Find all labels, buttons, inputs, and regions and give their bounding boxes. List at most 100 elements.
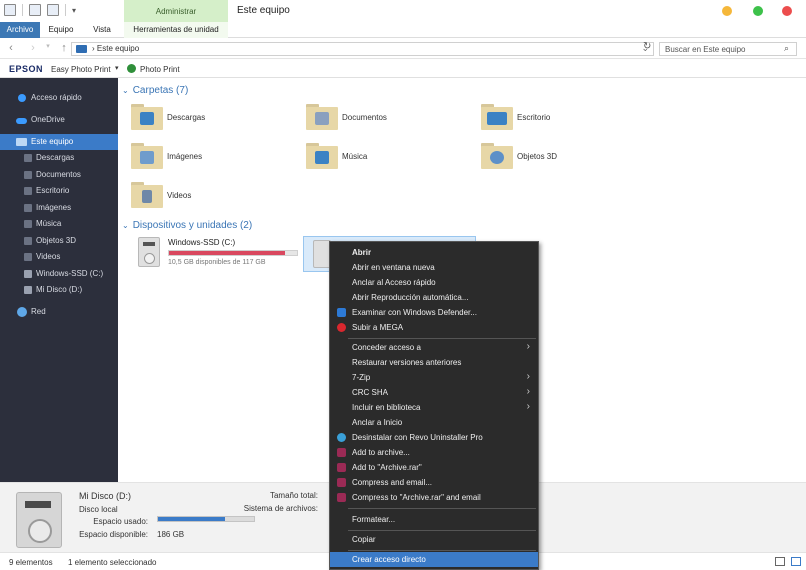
breadcrumb[interactable]: › Este equipo: [92, 44, 139, 53]
menu-item-windows-defender[interactable]: Examinar con Windows Defender...: [330, 305, 538, 320]
window-title: Este equipo: [237, 5, 290, 16]
folder-musica[interactable]: Música: [306, 143, 456, 173]
sidebar-item-windows-ssd[interactable]: Windows-SSD (C:): [0, 266, 118, 282]
tab-archivo[interactable]: Archivo: [0, 22, 40, 38]
menu-item-conceder-acceso[interactable]: Conceder acceso a ›: [330, 340, 538, 355]
menu-item-add-to-archive[interactable]: Add to archive...: [330, 445, 538, 460]
folder-documentos[interactable]: Documentos: [306, 104, 456, 134]
details-fs-label: Sistema de archivos:: [243, 504, 318, 513]
menu-item-anclar-acceso-rapido[interactable]: Anclar al Acceso rápido: [330, 275, 538, 290]
sidebar-item-escritorio[interactable]: Escritorio: [0, 183, 118, 199]
defender-shield-icon: [337, 308, 346, 317]
folder-icon: [481, 104, 513, 130]
address-field[interactable]: › Este equipo ⌄: [71, 42, 654, 56]
menu-item-incluir-biblioteca[interactable]: Incluir en biblioteca ›: [330, 400, 538, 415]
folder-objetos-3d[interactable]: Objetos 3D: [481, 143, 631, 173]
details-view-icon[interactable]: [775, 557, 785, 566]
menu-item-abrir-ventana-nueva[interactable]: Abrir en ventana nueva: [330, 260, 538, 275]
sidebar-item-descargas[interactable]: Descargas: [0, 150, 118, 166]
breadcrumb-este-equipo[interactable]: Este equipo: [97, 44, 139, 53]
easy-photo-print-button[interactable]: Easy Photo Print: [51, 65, 111, 74]
menu-item-label: Incluir en biblioteca: [352, 403, 421, 412]
menu-item-crc-sha[interactable]: CRC SHA ›: [330, 385, 538, 400]
menu-item-copiar[interactable]: Copiar: [330, 532, 538, 547]
sidebar-item-acceso-rapido[interactable]: Acceso rápido: [0, 90, 118, 106]
photo-print-button[interactable]: Photo Print: [140, 65, 180, 74]
details-free-label: Espacio disponible:: [79, 530, 148, 539]
sidebar-item-imagenes[interactable]: Imágenes: [0, 200, 118, 216]
sidebar-item-label: Documentos: [36, 170, 81, 179]
folder-escritorio[interactable]: Escritorio: [481, 104, 631, 134]
group-header-folders[interactable]: ⌄ Carpetas (7): [122, 85, 188, 96]
menu-item-restaurar-versiones[interactable]: Restaurar versiones anteriores: [330, 355, 538, 370]
menu-item-label: Anclar a Inicio: [352, 418, 403, 427]
menu-item-label: CRC SHA: [352, 388, 389, 397]
sidebar-item-este-equipo[interactable]: Este equipo: [0, 134, 118, 150]
menu-item-crear-acceso-directo[interactable]: Crear acceso directo: [330, 552, 538, 567]
menu-item-subir-mega[interactable]: Subir a MEGA: [330, 320, 538, 335]
refresh-icon[interactable]: ↻: [643, 41, 651, 52]
sidebar-item-objetos-3d[interactable]: Objetos 3D: [0, 233, 118, 249]
folder-icon: [131, 143, 163, 169]
menu-item-compress-to-rar-email[interactable]: Compress to "Archive.rar" and email: [330, 490, 538, 505]
menu-item-add-to-archive-rar[interactable]: Add to "Archive.rar": [330, 460, 538, 475]
up-arrow-icon[interactable]: ↑: [58, 42, 70, 54]
drive-windows-ssd[interactable]: Windows-SSD (C:) 10,5 GB disponibles de …: [138, 237, 303, 273]
new-folder-icon[interactable]: [47, 4, 59, 16]
menu-item-revo-uninstaller[interactable]: Desinstalar con Revo Uninstaller Pro: [330, 430, 538, 445]
maximize-button[interactable]: [753, 6, 763, 16]
minimize-button[interactable]: [722, 6, 732, 16]
menu-item-compress-and-email[interactable]: Compress and email...: [330, 475, 538, 490]
tab-administrar[interactable]: Administrar: [124, 0, 228, 22]
sidebar-item-label: Escritorio: [36, 186, 70, 195]
sidebar-item-red[interactable]: Red: [0, 304, 118, 320]
pc-icon[interactable]: [4, 4, 16, 16]
folder-descargas[interactable]: Descargas: [131, 104, 281, 134]
search-icon[interactable]: ⌕: [784, 43, 789, 54]
properties-icon[interactable]: [29, 4, 41, 16]
sidebar-item-label: Objetos 3D: [36, 236, 77, 245]
sidebar-item-videos[interactable]: Videos: [0, 249, 118, 265]
divider: [22, 4, 23, 16]
sidebar-item-label: Este equipo: [31, 137, 74, 146]
sidebar-item-musica[interactable]: Música: [0, 216, 118, 232]
search-input[interactable]: Buscar en Este equipo ⌕: [659, 42, 797, 56]
group-header-devices[interactable]: ⌄ Dispositivos y unidades (2): [122, 220, 252, 231]
menu-item-reproduccion-automatica[interactable]: Abrir Reproducción automática...: [330, 290, 538, 305]
menu-item-formatear[interactable]: Formatear...: [330, 512, 538, 527]
ribbon-tabs: Archivo Equipo Vista Herramientas de uni…: [0, 22, 806, 38]
revo-uninstaller-icon: [337, 433, 346, 442]
menu-item-label: 7-Zip: [352, 373, 371, 382]
photo-print-icon: [127, 64, 136, 73]
forward-arrow-icon[interactable]: ›: [27, 42, 39, 54]
menu-item-7zip[interactable]: 7-Zip ›: [330, 370, 538, 385]
large-icons-view-icon[interactable]: [791, 557, 801, 566]
folder-imagenes[interactable]: Imágenes: [131, 143, 281, 173]
quick-access-toolbar: ▾: [4, 4, 76, 16]
menu-item-abrir[interactable]: Abrir: [330, 245, 538, 260]
chevron-down-icon: ⌄: [122, 221, 129, 230]
sidebar-item-label: Mi Disco (D:): [36, 285, 83, 294]
drive-usage-bar: [168, 250, 298, 256]
tab-equipo[interactable]: Equipo: [44, 22, 78, 38]
sidebar-item-documentos[interactable]: Documentos: [0, 167, 118, 183]
close-button[interactable]: [782, 6, 792, 16]
hard-drive-icon: [16, 492, 62, 548]
details-used-bar: [157, 516, 255, 522]
back-arrow-icon[interactable]: ‹: [5, 42, 17, 54]
menu-item-anclar-inicio[interactable]: Anclar a Inicio: [330, 415, 538, 430]
sidebar-item-mi-disco[interactable]: Mi Disco (D:): [0, 282, 118, 298]
status-selected-count: 1 elemento seleccionado: [68, 558, 157, 567]
recent-chevron-icon[interactable]: ▾: [42, 42, 54, 50]
menu-item-label: Formatear...: [352, 515, 396, 524]
customize-toolbar-icon[interactable]: ▾: [72, 6, 76, 15]
winrar-icon: [337, 463, 346, 472]
folder-videos[interactable]: Videos: [131, 182, 281, 212]
tab-vista[interactable]: Vista: [88, 22, 116, 38]
details-name: Mi Disco (D:): [79, 491, 131, 501]
folder-label: Descargas: [167, 113, 206, 122]
title-bar: ▾ Administrar Este equipo: [0, 0, 806, 22]
chevron-down-icon[interactable]: ▾: [115, 64, 119, 72]
sidebar-item-onedrive[interactable]: OneDrive: [0, 112, 118, 128]
tab-herramientas-de-unidad[interactable]: Herramientas de unidad: [124, 22, 228, 38]
